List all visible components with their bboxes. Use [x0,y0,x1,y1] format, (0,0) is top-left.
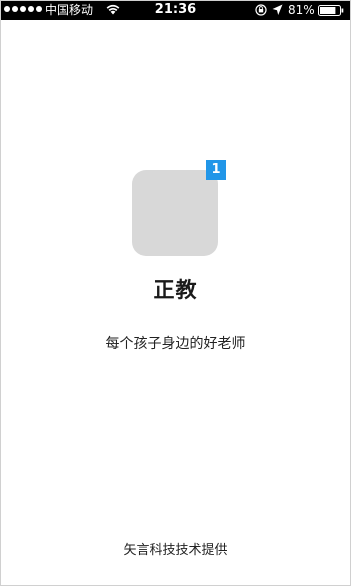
splash-screen: 中国移动 21:36 81% 1 正教 每个孩子身边的好老师 矢言科技技术提供 [0,0,351,586]
provider-credit: 矢言科技技术提供 [123,543,228,558]
notification-badge: 1 [206,160,226,180]
location-arrow-icon [272,4,283,15]
app-tagline: 每个孩子身边的好老师 [105,336,246,352]
orientation-lock-icon [255,4,267,16]
battery-icon [318,5,344,16]
status-bar: 中国移动 21:36 81% [0,0,351,20]
app-name: 正教 [153,278,198,302]
app-icon [132,170,218,256]
battery-percent: 81% [288,3,315,17]
app-icon-container: 1 [132,160,226,256]
